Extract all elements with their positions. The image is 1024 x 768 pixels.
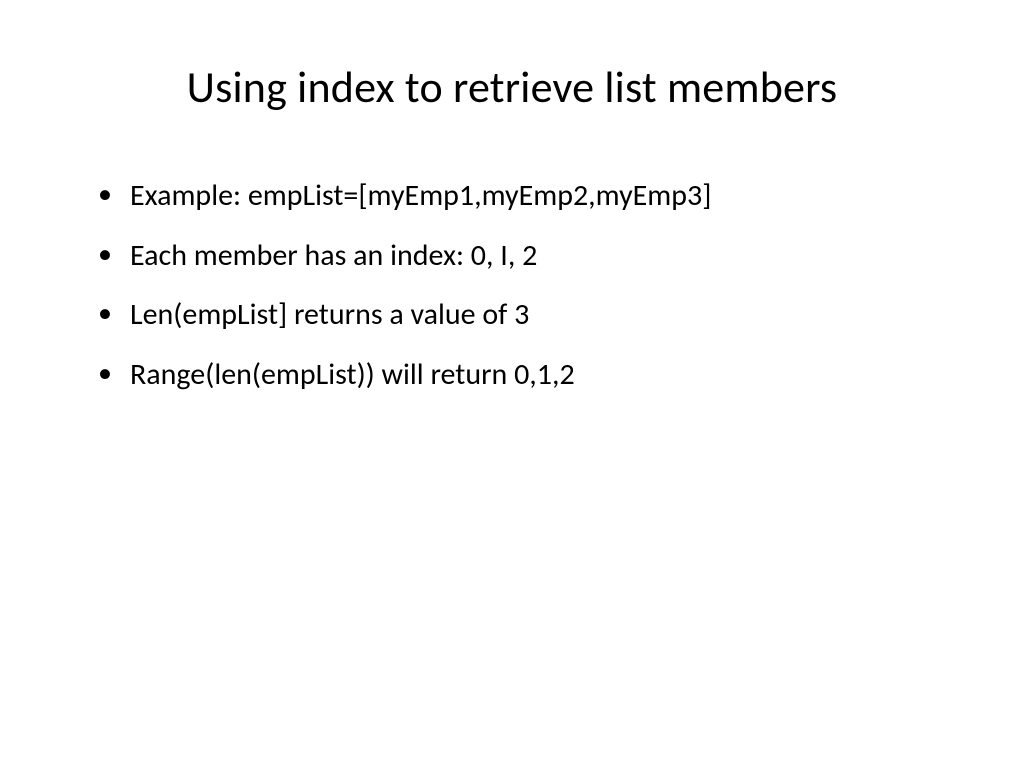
bullets-list: Example: empList=[myEmp1,myEmp2,myEmp3] … bbox=[90, 174, 934, 396]
bullet-item: Each member has an index: 0, I, 2 bbox=[98, 234, 934, 278]
bullet-item: Example: empList=[myEmp1,myEmp2,myEmp3] bbox=[98, 174, 934, 218]
bullet-item: Len(empList] returns a value of 3 bbox=[98, 293, 934, 337]
bullet-item: Range(len(empList)) will return 0,1,2 bbox=[98, 353, 934, 397]
slide-title: Using index to retrieve list members bbox=[90, 60, 934, 114]
